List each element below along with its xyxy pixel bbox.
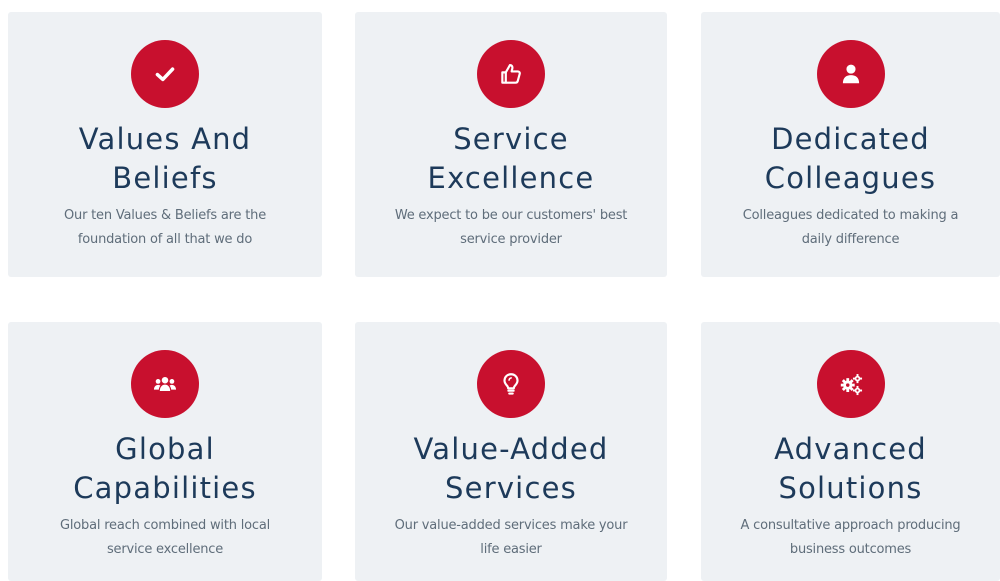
gears-icon: [840, 374, 862, 396]
card-title: Service Excellence: [365, 120, 657, 198]
card-title: Global Capabilities: [18, 430, 312, 508]
card-global-capabilities[interactable]: Global Capabilities Global reach combine…: [8, 322, 322, 581]
card-title-line: Advanced: [774, 432, 927, 466]
service-icon-badge: [477, 40, 545, 108]
card-title-line: Global: [115, 432, 215, 466]
card-description-line: service excellence: [106, 542, 224, 557]
card-description-line: daily difference: [801, 232, 900, 247]
card-advanced-solutions[interactable]: Advanced Solutions A consultative approa…: [701, 322, 1000, 581]
card-description-line: service provider: [460, 232, 562, 247]
colleagues-icon-badge: [816, 40, 885, 108]
value-added-icon-badge: [477, 350, 545, 418]
check-icon: [155, 67, 175, 82]
card-title: Value-Added Services: [365, 430, 657, 508]
card-title-line: Beliefs: [112, 161, 218, 195]
card-title-line: Services: [445, 471, 577, 505]
card-description-line: Global reach combined with local: [60, 518, 270, 533]
values-icon-badge: [131, 40, 199, 108]
card-value-added-services[interactable]: Value-Added Services Our value-added ser…: [355, 322, 667, 581]
solutions-icon-badge: [816, 350, 885, 418]
card-description-line: foundation of all that we do: [77, 232, 253, 247]
card-description: Our value-added services make your life …: [383, 514, 639, 562]
card-title-line: Dedicated: [771, 122, 930, 156]
card-description: Global reach combined with local service…: [36, 514, 294, 562]
card-title: Values And Beliefs: [18, 120, 312, 198]
card-title: Dedicated Colleagues: [711, 120, 990, 198]
user-icon: [842, 64, 859, 84]
card-description: We expect to be our customers' best serv…: [383, 204, 639, 252]
card-title-line: Service: [453, 122, 569, 156]
lightbulb-icon: [503, 373, 519, 395]
card-description-line: business outcomes: [789, 542, 912, 557]
card-description-line: life easier: [480, 542, 542, 557]
card-title-line: Colleagues: [764, 161, 937, 195]
card-title-line: Excellence: [427, 161, 595, 195]
card-service-excellence[interactable]: Service Excellence We expect to be our c…: [355, 12, 667, 277]
card-dedicated-colleagues[interactable]: Dedicated Colleagues Colleagues dedicate…: [701, 12, 1000, 277]
card-title-line: Solutions: [778, 471, 923, 505]
card-description: Our ten Values & Beliefs are the foundat…: [36, 204, 294, 252]
card-description-line: Colleagues dedicated to making a: [742, 208, 959, 223]
card-title-line: Capabilities: [73, 471, 257, 505]
card-values-and-beliefs[interactable]: Values And Beliefs Our ten Values & Beli…: [8, 12, 322, 277]
card-description: A consultative approach producing busine…: [729, 514, 972, 562]
card-description-line: Our value-added services make your: [394, 518, 628, 533]
card-title-line: Value-Added: [413, 432, 609, 466]
card-description: Colleagues dedicated to making a daily d…: [729, 204, 972, 252]
users-group-icon: [153, 376, 177, 392]
thumbs-up-icon: [501, 64, 521, 84]
card-title-line: Values And: [78, 122, 252, 156]
card-title: Advanced Solutions: [711, 430, 990, 508]
global-icon-badge: [131, 350, 199, 418]
card-description-line: A consultative approach producing: [740, 518, 961, 533]
card-description-line: Our ten Values & Beliefs are the: [64, 208, 266, 223]
card-description-line: We expect to be our customers' best: [394, 208, 628, 223]
